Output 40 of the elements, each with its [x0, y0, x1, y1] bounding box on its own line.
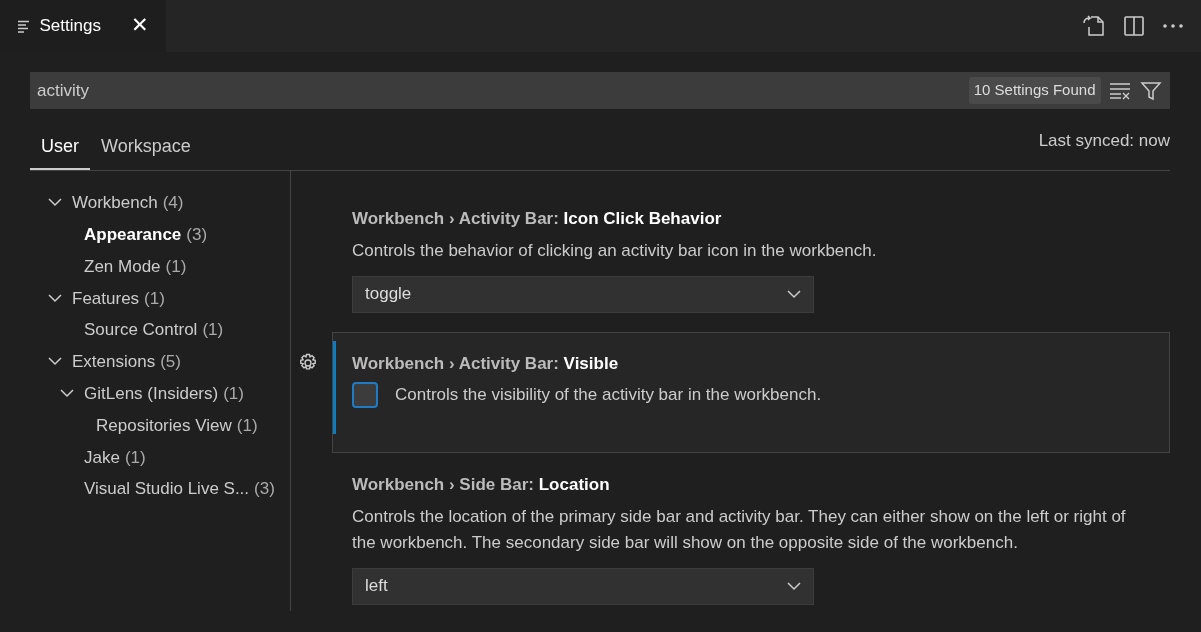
setting-description: Controls the behavior of clicking an activity bar icon in the workbench.	[352, 239, 878, 262]
tree-item[interactable]: Zen Mode (1)	[30, 250, 290, 283]
chevron-icon	[48, 293, 62, 303]
scope-tab[interactable]: Workspace	[90, 124, 202, 170]
setting-title: Workbench › Activity Bar: Visible	[352, 352, 620, 375]
tab-title[interactable]: Settings	[39, 13, 101, 39]
gear-icon[interactable]	[298, 353, 318, 373]
tree-item[interactable]: Visual Studio Live S... (3)	[30, 473, 290, 505]
setting-description: Controls the location of the primary side bar and activity bar. They can either show on the left or right of the workbench. The secondary side bar will show on the opposite side of the workbench.	[352, 505, 1127, 554]
tree-item[interactable]: Jake (1)	[30, 441, 290, 474]
chevron-icon	[48, 357, 62, 367]
chevron-down-icon	[787, 581, 801, 591]
setting-title: Workbench › Side Bar: Location	[352, 474, 611, 496]
chevron-icon	[60, 389, 74, 399]
tree-item[interactable]: Workbench (4)	[30, 187, 290, 219]
close-button[interactable]: ✕	[131, 10, 149, 42]
checkbox[interactable]	[352, 382, 378, 408]
more-icon[interactable]	[1162, 23, 1184, 29]
dropdown[interactable]: toggle	[352, 275, 814, 313]
split-editor-icon[interactable]	[1123, 15, 1145, 37]
tree-item[interactable]: Source Control (1)	[30, 314, 290, 346]
search-input[interactable]: activity	[30, 77, 961, 104]
setting-title: Workbench › Activity Bar: Icon Click Behavior	[352, 208, 723, 230]
tree-item[interactable]: Appearance (3)	[30, 218, 290, 251]
open-file-icon[interactable]	[1082, 14, 1106, 38]
chevron-icon	[48, 198, 62, 208]
tree-item[interactable]: Features (1)	[30, 282, 290, 315]
dropdown[interactable]: left	[352, 567, 814, 605]
tree-item[interactable]: GitLens (Insiders) (1)	[30, 377, 290, 410]
sync-status: Last synced: now	[1038, 129, 1170, 152]
chevron-down-icon	[787, 289, 801, 299]
result-count: 10 Settings Found	[968, 77, 1101, 104]
settings-file-icon	[17, 19, 31, 33]
tree-item[interactable]: Repositories View (1)	[30, 409, 290, 442]
tree-item[interactable]: Extensions (5)	[30, 346, 290, 378]
filter-icon[interactable]	[1139, 79, 1162, 102]
clear-filter-icon[interactable]	[1109, 81, 1131, 100]
setting-description: Controls the visibility of the activity bar in the workbench.	[395, 384, 822, 406]
search-field[interactable]: activity 10 Settings Found	[30, 72, 1170, 109]
scope-tab[interactable]: User	[30, 124, 90, 170]
